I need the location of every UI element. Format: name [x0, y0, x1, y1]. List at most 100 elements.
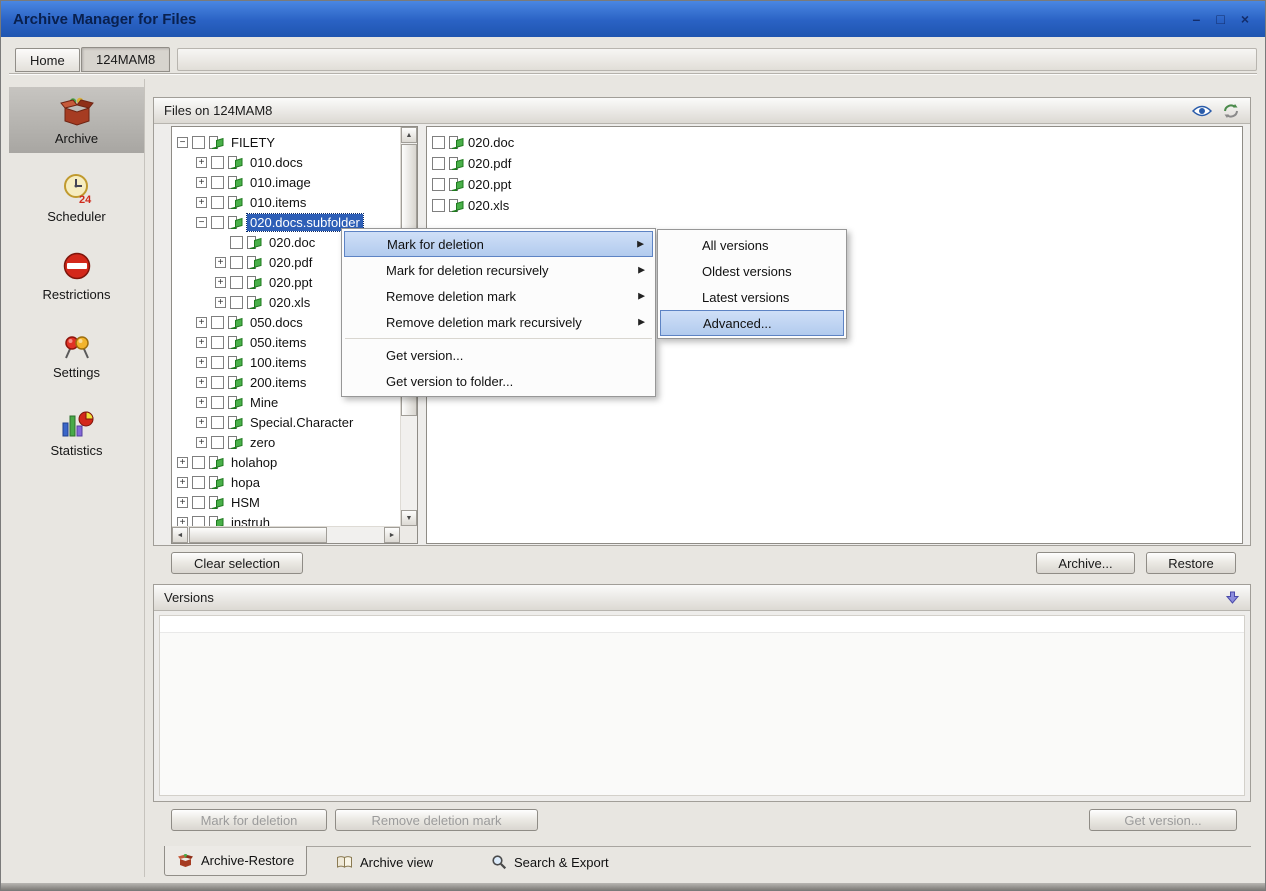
get-version-button[interactable]: Get version... — [1089, 809, 1237, 831]
tree-node-label[interactable]: FILETY — [228, 134, 278, 151]
tree-row-hopa[interactable]: + hopa — [172, 472, 400, 492]
expand-expander-icon[interactable]: + — [196, 337, 207, 348]
submenu-item-latest-versions[interactable]: Latest versions — [660, 284, 844, 310]
tree-node-label[interactable]: 200.items — [247, 374, 309, 391]
horizontal-scroll-thumb[interactable] — [189, 527, 327, 543]
tree-row-010-image[interactable]: +010.image — [172, 172, 400, 192]
checkbox[interactable] — [211, 216, 224, 229]
tree-row-special-character[interactable]: + Special.Character — [172, 412, 400, 432]
sidebar-item-scheduler[interactable]: 24 Scheduler — [9, 165, 144, 231]
expand-expander-icon[interactable]: + — [196, 417, 207, 428]
tree-node-label[interactable]: 050.docs — [247, 314, 306, 331]
checkbox[interactable] — [192, 496, 205, 509]
menu-item-remove-deletion-mark[interactable]: Remove deletion mark▶ — [344, 283, 653, 309]
tab-124mam8[interactable]: 124MAM8 — [81, 47, 170, 72]
expand-expander-icon[interactable]: + — [196, 437, 207, 448]
maximize-button[interactable]: □ — [1216, 11, 1224, 27]
tree-node-label[interactable]: 010.image — [247, 174, 314, 191]
tree-row-holahop[interactable]: + holahop — [172, 452, 400, 472]
tree-row-filety[interactable]: − FILETY — [172, 132, 400, 152]
tree-node-label[interactable]: 010.docs — [247, 154, 306, 171]
tree-node-label[interactable]: hopa — [228, 474, 263, 491]
checkbox[interactable] — [211, 356, 224, 369]
scroll-right-icon[interactable]: ► — [384, 527, 400, 543]
checkbox[interactable] — [211, 156, 224, 169]
remove-deletion-mark-button[interactable]: Remove deletion mark — [335, 809, 538, 831]
tree-node-label[interactable]: Mine — [247, 394, 281, 411]
archive-button[interactable]: Archive... — [1036, 552, 1135, 574]
checkbox[interactable] — [211, 176, 224, 189]
submenu-item-all-versions[interactable]: All versions — [660, 232, 844, 258]
tree-row-010-items[interactable]: +010.items — [172, 192, 400, 212]
tab-archive-restore[interactable]: Archive-Restore — [164, 846, 307, 876]
checkbox[interactable] — [211, 396, 224, 409]
checkbox[interactable] — [432, 199, 445, 212]
expand-expander-icon[interactable]: + — [215, 297, 226, 308]
scroll-left-icon[interactable]: ◄ — [172, 527, 188, 543]
checkbox[interactable] — [432, 157, 445, 170]
sidebar-item-archive[interactable]: Archive — [9, 87, 144, 153]
tree-node-label[interactable]: HSM — [228, 494, 263, 511]
checkbox[interactable] — [211, 336, 224, 349]
sidebar-item-settings[interactable]: Settings — [9, 321, 144, 387]
tree-node-label[interactable]: 020.pdf — [266, 254, 315, 271]
checkbox[interactable] — [432, 136, 445, 149]
file-row-020-ppt[interactable]: 020.ppt — [432, 174, 1242, 195]
collapse-expander-icon[interactable]: − — [196, 217, 207, 228]
tree-node-label[interactable]: 050.items — [247, 334, 309, 351]
tree-row-hsm[interactable]: + HSM — [172, 492, 400, 512]
expand-expander-icon[interactable]: + — [196, 197, 207, 208]
restore-button[interactable]: Restore — [1146, 552, 1236, 574]
expand-expander-icon[interactable]: + — [196, 377, 207, 388]
file-name-label[interactable]: 020.xls — [468, 198, 509, 213]
checkbox[interactable] — [192, 476, 205, 489]
scroll-down-icon[interactable]: ▼ — [401, 510, 417, 526]
expand-expander-icon[interactable]: + — [177, 457, 188, 468]
tree-node-label[interactable]: holahop — [228, 454, 280, 471]
file-name-label[interactable]: 020.pdf — [468, 156, 511, 171]
tree-node-label[interactable]: 010.items — [247, 194, 309, 211]
expand-expander-icon[interactable]: + — [196, 357, 207, 368]
expand-expander-icon[interactable]: + — [177, 477, 188, 488]
expand-expander-icon[interactable]: + — [196, 397, 207, 408]
tree-row-zero[interactable]: + zero — [172, 432, 400, 452]
expand-expander-icon[interactable]: + — [177, 497, 188, 508]
tree-node-label[interactable]: instruh — [228, 514, 273, 527]
menu-item-mark-for-deletion[interactable]: Mark for deletion▶ — [344, 231, 653, 257]
tree-horizontal-scrollbar[interactable]: ◄ ► — [172, 526, 400, 543]
menu-item-remove-deletion-mark-recursively[interactable]: Remove deletion mark recursively▶ — [344, 309, 653, 335]
checkbox[interactable] — [211, 316, 224, 329]
expand-expander-icon[interactable]: + — [215, 277, 226, 288]
tree-row-instruh[interactable]: + instruh — [172, 512, 400, 526]
tree-node-label[interactable]: 020.ppt — [266, 274, 315, 291]
tab-search-export[interactable]: Search & Export — [479, 847, 621, 877]
collapse-expander-icon[interactable]: − — [177, 137, 188, 148]
tree-row-010-docs[interactable]: +010.docs — [172, 152, 400, 172]
refresh-icon[interactable] — [1222, 103, 1240, 119]
scroll-up-icon[interactable]: ▲ — [401, 127, 417, 143]
checkbox[interactable] — [230, 256, 243, 269]
mark-for-deletion-button[interactable]: Mark for deletion — [171, 809, 327, 831]
tree-node-label[interactable]: Special.Character — [247, 414, 356, 431]
checkbox[interactable] — [192, 136, 205, 149]
file-row-020-xls[interactable]: 020.xls — [432, 195, 1242, 216]
collapse-versions-arrow-icon[interactable] — [1225, 590, 1240, 605]
tree-node-label[interactable]: zero — [247, 434, 278, 451]
sidebar-item-statistics[interactable]: Statistics — [9, 399, 144, 465]
checkbox[interactable] — [192, 516, 205, 527]
clear-selection-button[interactable]: Clear selection — [171, 552, 303, 574]
tree-node-label[interactable]: 020.doc — [266, 234, 318, 251]
preview-eye-icon[interactable] — [1192, 104, 1212, 118]
file-name-label[interactable]: 020.doc — [468, 135, 514, 150]
file-row-020-doc[interactable]: 020.doc — [432, 132, 1242, 153]
expand-expander-icon[interactable]: + — [177, 517, 188, 527]
submenu-item-oldest-versions[interactable]: Oldest versions — [660, 258, 844, 284]
checkbox[interactable] — [230, 296, 243, 309]
submenu-item-advanced[interactable]: Advanced... — [660, 310, 844, 336]
checkbox[interactable] — [432, 178, 445, 191]
minimize-button[interactable]: – — [1193, 11, 1201, 27]
expand-expander-icon[interactable]: + — [196, 177, 207, 188]
expand-expander-icon[interactable]: + — [196, 317, 207, 328]
file-name-label[interactable]: 020.ppt — [468, 177, 511, 192]
close-button[interactable]: × — [1241, 11, 1249, 27]
